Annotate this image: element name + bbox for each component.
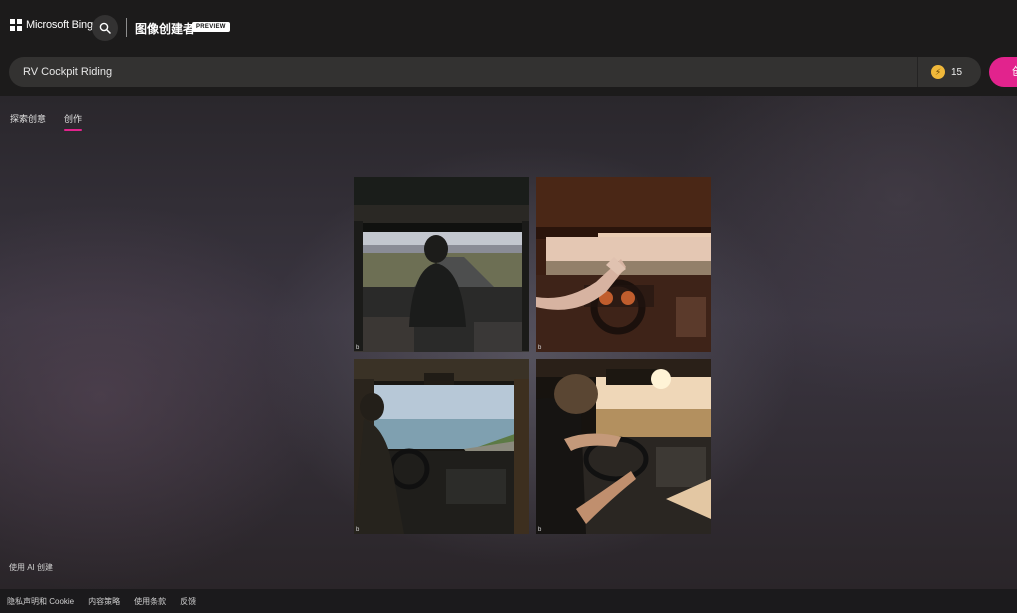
product-title[interactable]: 图像创建者 <box>135 20 195 37</box>
ai-created-note: 使用 AI 创建 <box>9 563 54 572</box>
coin-icon: ⚡ <box>931 65 945 79</box>
search-icon <box>99 22 111 34</box>
tab-explore[interactable]: 探索创意 <box>10 112 46 129</box>
image-mark: b <box>538 345 542 351</box>
tab-create[interactable]: 创作 <box>64 112 83 131</box>
footer: 隐私声明和 Cookie 内容策略 使用条款 反馈 <box>0 589 1017 613</box>
rv-cockpit-image-1[interactable]: b <box>354 177 529 352</box>
prompt-input[interactable] <box>23 57 903 87</box>
header-divider <box>126 18 127 37</box>
windows-logo-icon <box>10 19 22 31</box>
footer-link-privacy[interactable]: 隐私声明和 Cookie <box>7 596 74 607</box>
rv-cockpit-image-4[interactable]: b <box>536 359 711 534</box>
preview-badge: PREVIEW <box>192 22 230 32</box>
image-mark: b <box>356 345 360 351</box>
prompt-bar: ⚡ 15 <box>9 57 981 87</box>
bing-logo[interactable]: Microsoft Bing <box>10 19 93 31</box>
rv-cockpit-image-2[interactable]: b <box>536 177 711 352</box>
main-content: 探索创意 创作 b b b b 使用 AI 创建 <box>0 96 1017 589</box>
image-mark: b <box>538 527 542 533</box>
footer-link-content-policy[interactable]: 内容策略 <box>88 596 120 607</box>
header: Microsoft Bing 图像创建者 PREVIEW ⚡ 15 创 <box>0 0 1017 96</box>
tabs: 探索创意 创作 <box>10 112 83 131</box>
boost-count: 15 <box>951 66 963 78</box>
search-button[interactable] <box>92 15 118 41</box>
footer-link-feedback[interactable]: 反馈 <box>180 596 196 607</box>
boost-counter[interactable]: ⚡ 15 <box>931 65 962 79</box>
prompt-separator <box>917 57 918 87</box>
logo-text: Microsoft Bing <box>26 19 93 31</box>
image-grid: b b b b <box>354 177 712 534</box>
footer-link-terms[interactable]: 使用条款 <box>134 596 166 607</box>
create-button[interactable]: 创 <box>989 57 1017 87</box>
image-mark: b <box>356 527 360 533</box>
rv-cockpit-image-3[interactable]: b <box>354 359 529 534</box>
